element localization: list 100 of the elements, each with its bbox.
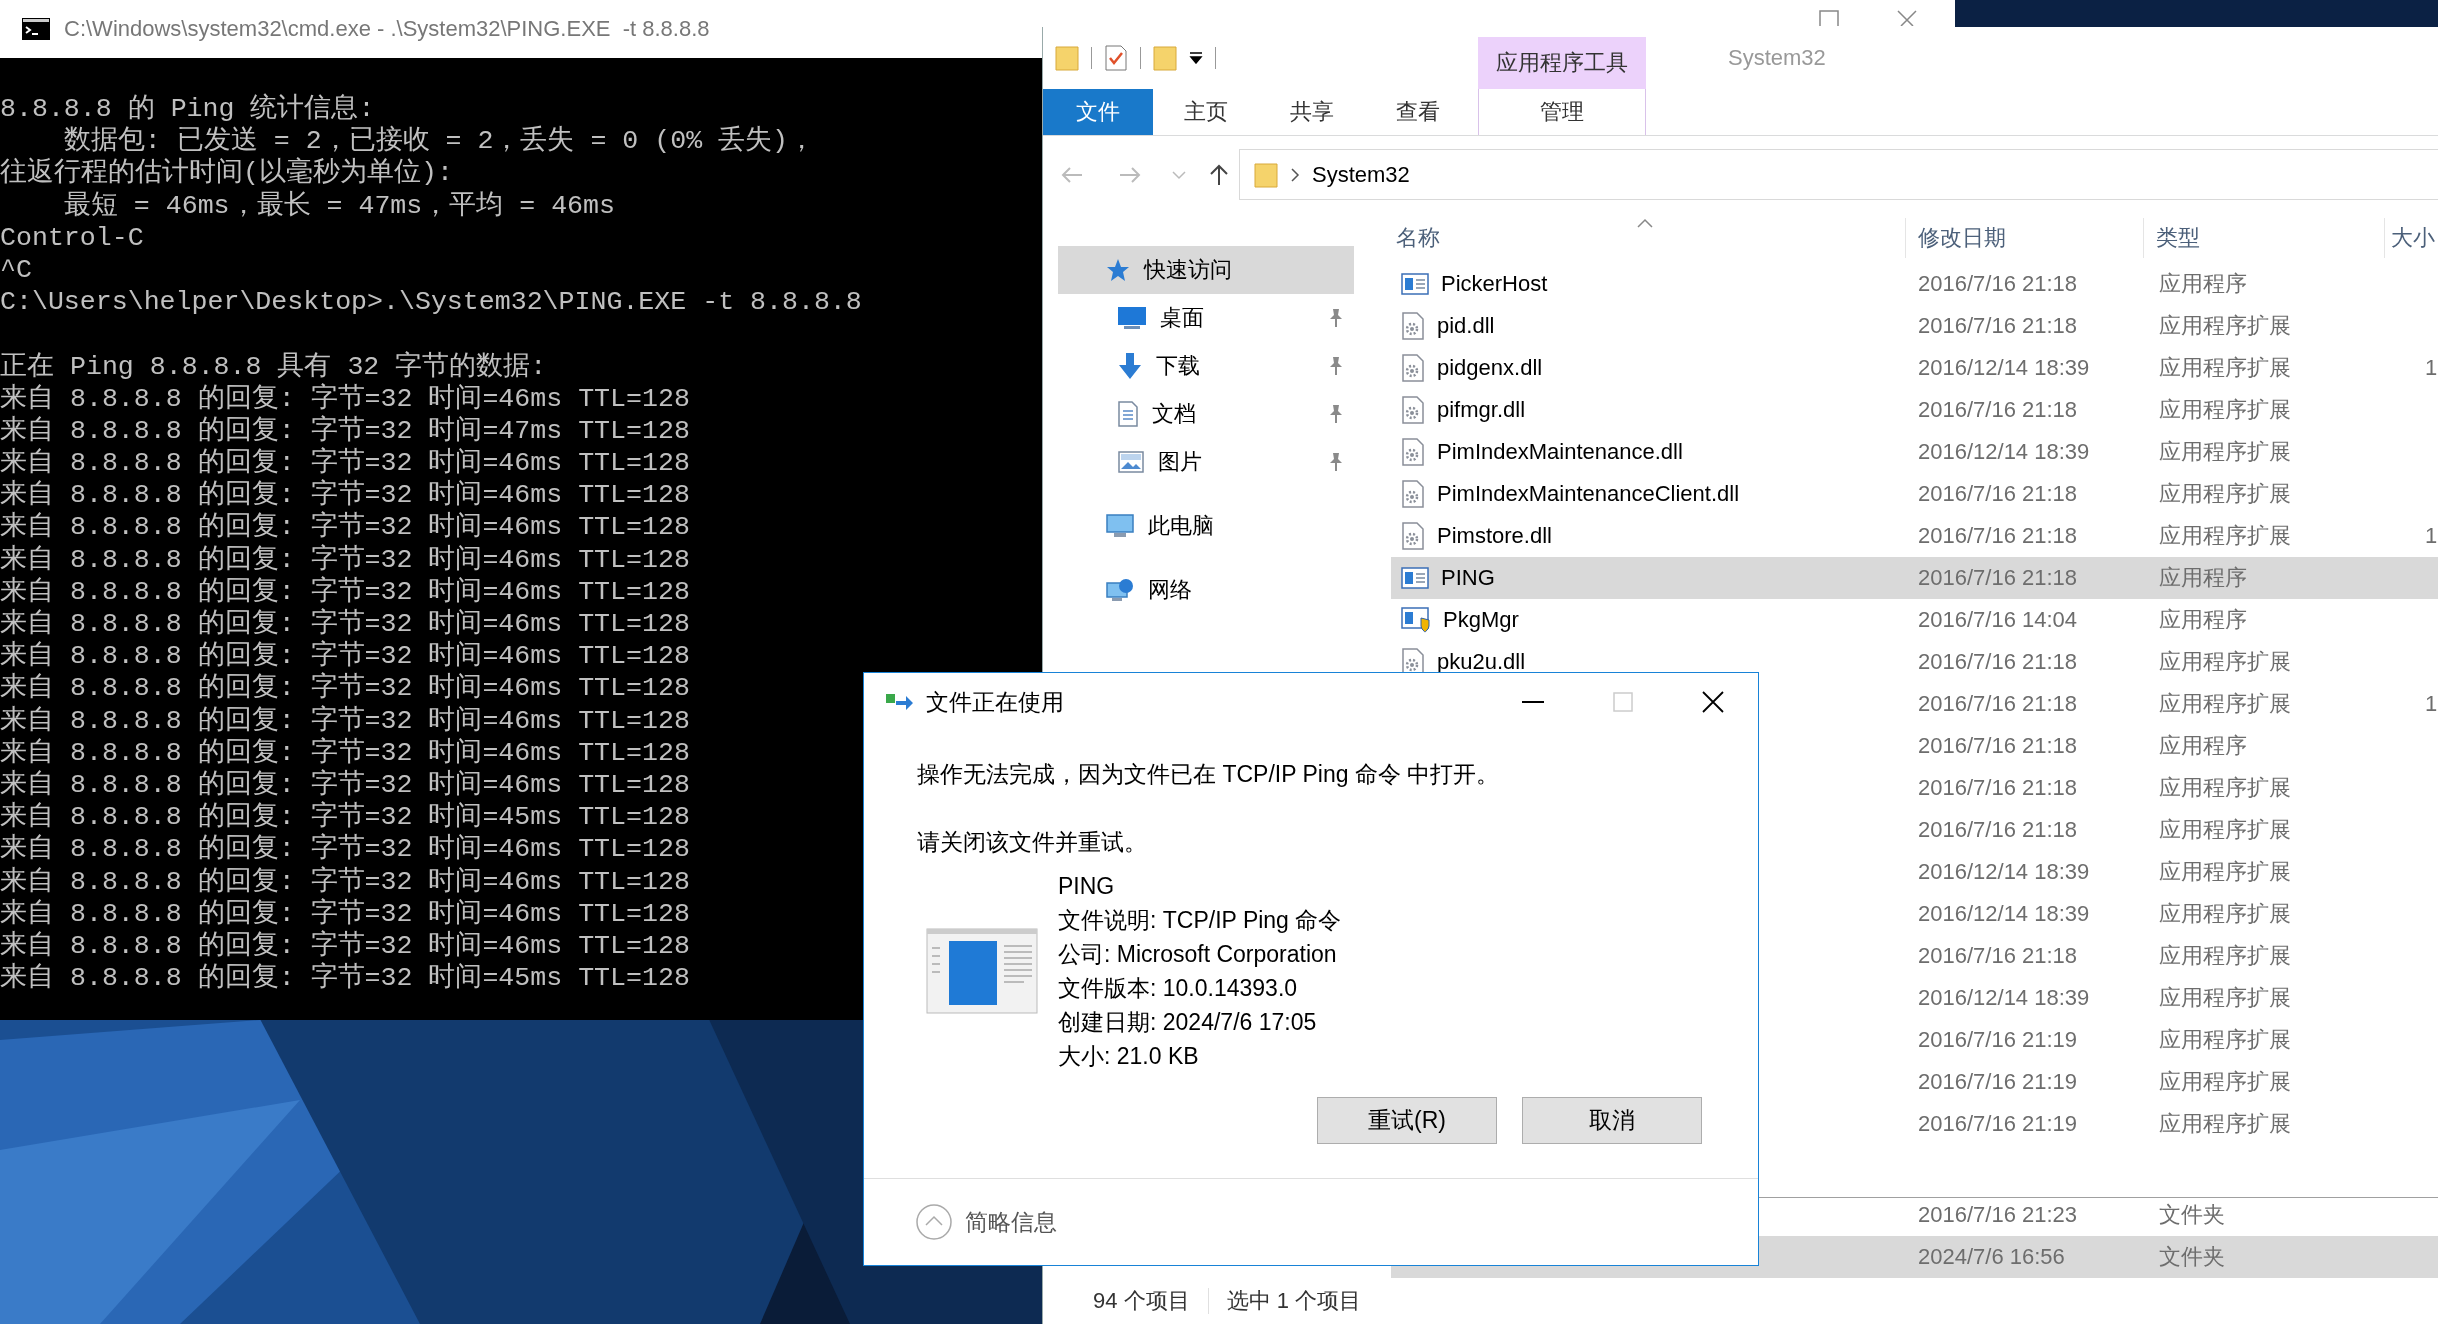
size-cell: 1 (2425, 523, 2438, 549)
file-name: pidgenx.dll (1437, 355, 1543, 381)
fewer-details-link[interactable]: 简略信息 (965, 1206, 1057, 1238)
console-line: 来自 8.8.8.8 的回复: 字节=32 时间=45ms TTL=128 (0, 801, 690, 833)
file-row[interactable]: PimIndexMaintenanceClient.dll 2016/7/16 21:18 应用程序扩展 (1391, 473, 2438, 515)
ribbon-tab[interactable]: 共享 (1259, 89, 1365, 135)
file-name: PimIndexMaintenanceClient.dll (1437, 481, 1740, 507)
console-line: 来自 8.8.8.8 的回复: 字节=32 时间=46ms TTL=128 (0, 768, 690, 801)
console-line: 来自 8.8.8.8 的回复: 字节=32 时间=46ms TTL=128 (0, 479, 690, 511)
type-cell-text: 应用程序 (2159, 606, 2247, 634)
type-cell-text: 应用程序 (2159, 564, 2247, 592)
file-row[interactable]: Pimstore.dll 2016/7/16 21:18 应用程序扩展 1 (1391, 515, 2438, 557)
console-line: 来自 8.8.8.8 的回复: 字节=32 时间=46ms TTL=128 (0, 672, 690, 705)
close-icon (1702, 691, 1724, 713)
console-line: 来自 8.8.8.8 的回复: 字节=32 时间=45ms TTL=128 (0, 962, 690, 995)
close-icon[interactable] (1897, 10, 1917, 26)
window-title: System32 (1728, 45, 1826, 71)
pictures-icon (1118, 451, 1144, 473)
nav-item[interactable]: 文档 (1058, 390, 1354, 438)
column-header[interactable]: 类型 (2144, 218, 2385, 258)
new-folder-icon (1153, 45, 1177, 71)
file-row[interactable]: pifmgr.dll 2016/7/16 21:18 应用程序扩展 (1391, 389, 2438, 431)
file-row[interactable]: PimIndexMaintenance.dll 2016/12/14 18:39 应用程序扩展 (1391, 431, 2438, 473)
nav-label: 文档 (1152, 400, 1196, 428)
address-bar[interactable]: System32 (1239, 149, 2438, 200)
date-cell: 2016/7/16 21:18 (1918, 943, 2078, 969)
type-cell-text: 应用程序扩展 (2159, 816, 2291, 844)
transfer-icon (886, 692, 914, 712)
column-header[interactable]: 大小 (2385, 218, 2438, 258)
application-icon (1401, 567, 1429, 589)
type-cell-text: 应用程序扩展 (2159, 522, 2291, 550)
console-line: 来自 8.8.8.8 的回复: 字节=32 时间=46ms TTL=128 (0, 543, 690, 576)
date-cell: 2016/12/14 18:39 (1918, 859, 2090, 885)
date-cell: 2016/7/16 21:18 (1918, 565, 2078, 591)
application-shield-icon (1401, 607, 1431, 633)
back-icon (1061, 165, 1083, 184)
console-line: ^C (0, 253, 32, 287)
file-name: pid.dll (1437, 313, 1495, 339)
dialog-button[interactable]: 重试(R) (1317, 1097, 1497, 1144)
nav-item[interactable]: 桌面 (1058, 294, 1354, 342)
chevron-down-icon (1172, 169, 1186, 180)
document-icon (1118, 401, 1138, 427)
nav-label: 图片 (1158, 448, 1202, 476)
type-cell-text: 应用程序扩展 (2159, 774, 2291, 802)
maximize-icon (1613, 692, 1633, 712)
folder-icon (1254, 161, 1278, 188)
nav-item[interactable]: 下载 (1058, 342, 1354, 390)
ribbon-tab[interactable]: 管理 (1478, 89, 1646, 135)
file-detail: 大小: 21.0 KB (1058, 1042, 1200, 1071)
gear-document-icon (1401, 354, 1425, 382)
breadcrumb-item[interactable]: System32 (1312, 161, 1410, 188)
file-row[interactable]: PkgMgr 2016/7/16 14:04 应用程序 (1391, 599, 2438, 641)
caret-icon (1189, 52, 1203, 64)
folder-icon (1055, 45, 1079, 71)
ribbon-tab[interactable]: 主页 (1153, 89, 1259, 135)
download-icon (1118, 353, 1142, 379)
type-cell-text: 应用程序扩展 (2159, 1068, 2291, 1096)
console-line: 正在 Ping 8.8.8.8 具有 32 字节的数据: (0, 350, 547, 383)
type-cell-text: 应用程序扩展 (2159, 648, 2291, 676)
type-cell-text: 应用程序扩展 (2159, 900, 2291, 928)
console-line: 来自 8.8.8.8 的回复: 字节=32 时间=46ms TTL=128 (0, 511, 690, 544)
size-cell: 1 (2425, 355, 2438, 381)
console-line: C:\Users\helper\Desktop>.\System32\PING.EXE -t 8.8.8.8 (0, 286, 862, 319)
file-row[interactable]: pid.dll 2016/7/16 21:18 应用程序扩展 (1391, 305, 2438, 347)
gear-document-icon (1401, 522, 1425, 550)
file-row[interactable]: PING 2016/7/16 21:18 应用程序 (1391, 557, 2438, 599)
date-cell: 2016/7/16 21:19 (1918, 1111, 2078, 1137)
type-cell-text: 应用程序扩展 (2159, 480, 2291, 508)
file-row[interactable]: PickerHost 2016/7/16 21:18 应用程序 (1391, 263, 2438, 305)
console-line: 8.8.8.8 的 Ping 统计信息: (0, 93, 375, 126)
type-cell-text: 应用程序扩展 (2159, 984, 2291, 1012)
column-header[interactable]: 修改日期 (1906, 218, 2144, 258)
file-name: PING (1441, 565, 1495, 591)
type-cell-text: 应用程序扩展 (2159, 690, 2291, 718)
nav-item[interactable]: 网络 (1058, 566, 1354, 614)
forward-icon (1119, 165, 1141, 184)
column-header[interactable]: 名称 (1391, 218, 1906, 258)
dialog-button[interactable]: 取消 (1522, 1097, 1702, 1144)
file-name: PickerHost (1441, 271, 1548, 297)
type-cell-text: 应用程序扩展 (2159, 438, 2291, 466)
file-row[interactable]: pidgenx.dll 2016/12/14 18:39 应用程序扩展 1 (1391, 347, 2438, 389)
type-cell-text: 文件夹 (2159, 1243, 2225, 1271)
console-line: 来自 8.8.8.8 的回复: 字节=32 时间=46ms TTL=128 (0, 608, 690, 640)
file-detail: 文件版本: 10.0.14393.0 (1058, 974, 1299, 1003)
console-line: 来自 8.8.8.8 的回复: 字节=32 时间=46ms TTL=128 (0, 704, 690, 737)
type-cell-text: 应用程序扩展 (2159, 942, 2291, 970)
date-cell: 2016/7/16 21:18 (1918, 397, 2078, 423)
file-detail: 创建日期: 2024/7/6 17:05 (1058, 1008, 1318, 1037)
nav-item[interactable]: 图片 (1058, 438, 1354, 486)
date-cell: 2016/7/16 21:23 (1918, 1202, 2078, 1228)
type-cell-text: 应用程序扩展 (2159, 1110, 2291, 1138)
nav-item[interactable]: 此电脑 (1058, 502, 1354, 550)
nav-label: 此电脑 (1148, 512, 1214, 540)
chevron-right-icon (1290, 167, 1300, 182)
file-name: Pimstore.dll (1437, 523, 1552, 549)
nav-item[interactable]: 快速访问 (1058, 246, 1354, 294)
ribbon-tab[interactable]: 查看 (1365, 89, 1471, 135)
ribbon-tab[interactable]: 文件 (1043, 89, 1153, 135)
type-cell-text: 应用程序扩展 (2159, 312, 2291, 340)
maximize-icon[interactable] (1819, 10, 1839, 26)
